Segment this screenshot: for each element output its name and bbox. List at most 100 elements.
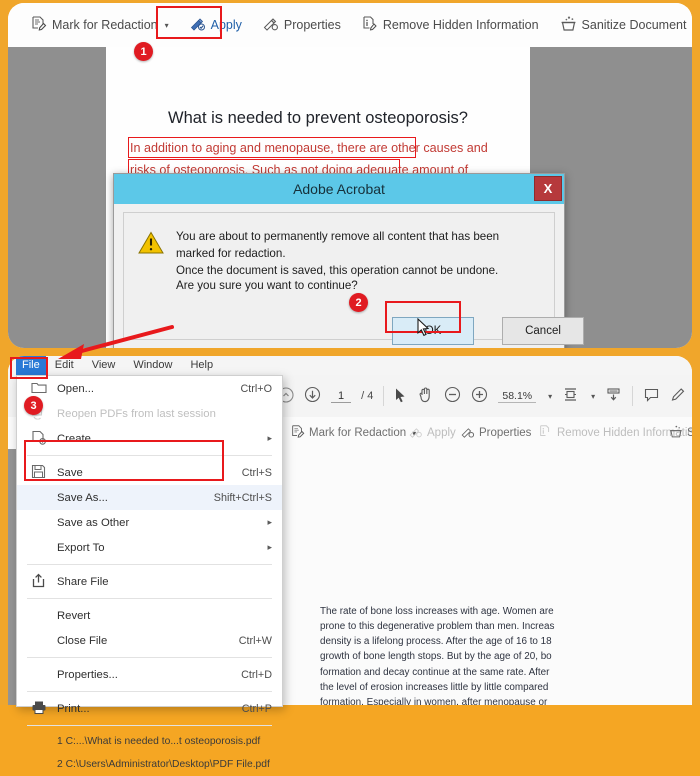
folder-open-icon: [31, 380, 47, 397]
menu-save-as-other-label: Save as Other: [57, 516, 130, 529]
share-icon: [31, 573, 46, 591]
menu-print-item[interactable]: Print... Ctrl+P: [17, 696, 282, 721]
sanitize-document-button-bottom[interactable]: Sani: [668, 424, 692, 442]
page-count-label: / 4: [361, 390, 374, 402]
menu-save-as-item[interactable]: Save As... Shift+Ctrl+S: [17, 485, 282, 510]
properties-icon: [262, 15, 279, 35]
recent-file-item-1[interactable]: 1 C:...\What is needed to...t osteoporos…: [17, 730, 282, 753]
zoom-out-icon[interactable]: [444, 386, 461, 406]
menu-open-item[interactable]: Open... Ctrl+O: [17, 376, 282, 401]
menu-bar: File Edit View Window Help: [8, 356, 692, 375]
apply-redaction-icon-bottom: [408, 424, 423, 442]
scroll-mode-icon[interactable]: [605, 386, 622, 406]
apply-label-bottom: Apply: [427, 427, 456, 439]
hand-tool-icon[interactable]: [418, 386, 434, 406]
redaction-properties-button[interactable]: Properties: [256, 11, 347, 39]
sanitize-document-icon: [559, 15, 577, 35]
menu-item-help[interactable]: Help: [181, 356, 222, 375]
dialog-message-line-2: Once the document is saved, this operati…: [176, 263, 499, 277]
menu-revert-item[interactable]: Revert: [17, 603, 282, 628]
document-body-text: The rate of bone loss increases with age…: [320, 604, 692, 705]
dialog-message: You are about to permanently remove all …: [176, 229, 540, 279]
cancel-button[interactable]: Cancel: [502, 317, 584, 345]
redaction-mark-box-1[interactable]: [128, 137, 416, 158]
properties-icon-bottom: [460, 424, 475, 442]
dialog-body: You are about to permanently remove all …: [123, 212, 584, 345]
body-line: formation. Especially in women, after me…: [320, 696, 548, 705]
close-icon[interactable]: X: [534, 176, 562, 201]
mark-redaction-icon-bottom: [290, 424, 305, 442]
file-menu-dropdown: Open... Ctrl+O Reopen PDFs from last ses…: [16, 375, 283, 770]
menu-item-edit[interactable]: Edit: [46, 356, 83, 375]
toolbar-separator-2: [632, 386, 634, 406]
next-page-icon[interactable]: [304, 386, 321, 406]
remove-hidden-info-icon: [361, 15, 378, 35]
menu-separator-6: [27, 725, 272, 726]
properties-label-bottom: Properties: [479, 427, 532, 439]
sanitize-document-button[interactable]: Sanitize Document: [553, 11, 692, 39]
menu-close-file-item[interactable]: Close File Ctrl+W: [17, 628, 282, 653]
menu-print-shortcut: Ctrl+P: [241, 702, 272, 715]
fit-page-icon[interactable]: [562, 386, 579, 406]
menu-separator-2: [27, 564, 272, 565]
current-page-input[interactable]: 1: [331, 390, 352, 403]
step-badge-2: 2: [349, 293, 368, 312]
mark-for-redaction-button[interactable]: Mark for Redaction ▾: [24, 11, 175, 39]
mark-for-redaction-button-bottom[interactable]: Mark for Redaction ▾: [290, 424, 416, 442]
body-line: density is a lifelong process. After the…: [320, 636, 552, 648]
menu-item-view[interactable]: View: [83, 356, 125, 375]
mark-for-redaction-label: Mark for Redaction: [52, 17, 158, 32]
mark-redaction-icon: [30, 15, 47, 35]
remove-hidden-information-label: Remove Hidden Information: [382, 17, 539, 32]
step-badge-1: 1: [134, 42, 153, 61]
menu-separator-5: [27, 691, 272, 692]
highlight-file-menu-item: [10, 357, 48, 379]
menu-close-file-shortcut: Ctrl+W: [238, 634, 272, 647]
toolbar-separator: [383, 386, 385, 406]
zoom-in-icon[interactable]: [471, 386, 488, 406]
properties-label: Properties: [283, 17, 341, 32]
submenu-chevron-right-icon-2: ▸: [267, 517, 272, 527]
menu-reopen-pdfs-label: Reopen PDFs from last session: [57, 407, 216, 420]
menu-save-shortcut: Ctrl+S: [241, 466, 272, 479]
menu-open-shortcut: Ctrl+O: [240, 382, 273, 395]
document-heading: What is needed to prevent osteoporosis?: [168, 109, 468, 127]
menu-properties-shortcut: Ctrl+D: [241, 668, 272, 681]
dialog-title-bar[interactable]: Adobe Acrobat X: [114, 174, 564, 204]
menu-properties-item[interactable]: Properties... Ctrl+D: [17, 662, 282, 687]
menu-revert-label: Revert: [57, 609, 91, 622]
menu-item-window[interactable]: Window: [124, 356, 181, 375]
zoom-chevron-down-icon[interactable]: ▾: [548, 392, 552, 401]
menu-close-file-label: Close File: [57, 634, 108, 647]
menu-share-file-item[interactable]: Share File: [17, 569, 282, 594]
redaction-toolbar-top: Mark for Redaction ▾ Apply Properties Re…: [8, 3, 692, 48]
menu-save-as-shortcut: Shift+Ctrl+S: [213, 491, 272, 504]
remove-hidden-information-button[interactable]: Remove Hidden Information: [355, 11, 545, 39]
apply-button-bottom: Apply: [408, 424, 456, 442]
menu-export-to-item[interactable]: Export To ▸: [17, 535, 282, 560]
fit-page-chevron-down-icon[interactable]: ▾: [591, 392, 595, 401]
dialog-question: Are you sure you want to continue?: [176, 279, 358, 292]
body-line: The rate of bone loss increases with age…: [320, 606, 554, 617]
select-tool-icon[interactable]: [394, 387, 408, 406]
menu-save-as-other-item[interactable]: Save as Other ▸: [17, 510, 282, 535]
highlight-save-save-as: [24, 440, 224, 481]
step-badge-3: 3: [24, 396, 43, 415]
menu-properties-label: Properties...: [57, 668, 118, 681]
body-line: the level of erosion increases little by…: [320, 681, 549, 693]
menu-separator-4: [27, 657, 272, 658]
menu-reopen-pdfs-item: Reopen PDFs from last session: [17, 401, 282, 426]
menu-save-as-label: Save As...: [57, 491, 108, 504]
recent-file-item-2[interactable]: 2 C:\Users\Administrator\Desktop\PDF Fil…: [17, 753, 282, 776]
body-line: formation and decay continue at the same…: [320, 666, 550, 678]
body-line: growth of bone length stops. But by the …: [320, 651, 552, 663]
zoom-level-value[interactable]: 58.1%: [498, 390, 537, 403]
menu-export-to-label: Export To: [57, 541, 105, 554]
comment-icon[interactable]: [643, 387, 660, 406]
properties-button-bottom[interactable]: Properties: [460, 424, 531, 442]
pencil-icon[interactable]: [670, 386, 687, 406]
menu-open-label: Open...: [57, 382, 95, 395]
highlight-apply-button: [156, 6, 222, 39]
remove-hidden-info-icon-bottom: [538, 424, 553, 442]
submenu-chevron-right-icon: ▸: [267, 433, 272, 443]
